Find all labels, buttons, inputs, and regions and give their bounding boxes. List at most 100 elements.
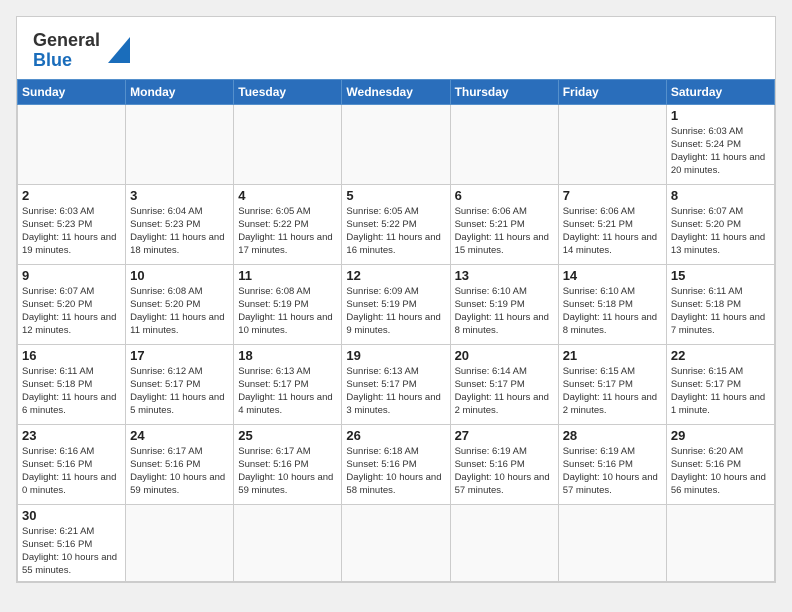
day-info: Sunrise: 6:08 AM Sunset: 5:20 PM Dayligh… — [130, 285, 229, 338]
day-number: 22 — [671, 348, 770, 363]
day-info: Sunrise: 6:05 AM Sunset: 5:22 PM Dayligh… — [346, 205, 445, 258]
calendar-day-cell: 16 Sunrise: 6:11 AM Sunset: 5:18 PM Dayli… — [18, 344, 126, 424]
calendar-day-cell: 19 Sunrise: 6:13 AM Sunset: 5:17 PM Dayli… — [342, 344, 450, 424]
day-number: 28 — [563, 428, 662, 443]
calendar-day-cell — [126, 104, 234, 184]
logo-triangle-icon — [108, 37, 130, 63]
day-info: Sunrise: 6:12 AM Sunset: 5:17 PM Dayligh… — [130, 365, 229, 418]
calendar-day-cell — [234, 504, 342, 581]
weekday-header: Thursday — [450, 79, 558, 104]
weekday-header: Wednesday — [342, 79, 450, 104]
day-number: 10 — [130, 268, 229, 283]
day-number: 4 — [238, 188, 337, 203]
calendar-day-cell: 18Sunrise: 6:13 AM Sunset: 5:17 PM Dayli… — [234, 344, 342, 424]
day-info: Sunrise: 6:14 AM Sunset: 5:17 PM Dayligh… — [455, 365, 554, 418]
day-info: Sunrise: 6:06 AM Sunset: 5:21 PM Dayligh… — [455, 205, 554, 258]
calendar-day-cell — [342, 504, 450, 581]
calendar-day-cell: 24Sunrise: 6:17 AM Sunset: 5:16 PM Dayli… — [126, 424, 234, 504]
calendar-day-cell: 3 Sunrise: 6:04 AM Sunset: 5:23 PM Daylig… — [126, 184, 234, 264]
day-info: Sunrise: 6:20 AM Sunset: 5:16 PM Dayligh… — [671, 445, 770, 498]
calendar-day-cell — [18, 104, 126, 184]
calendar-day-cell: 28Sunrise: 6:19 AM Sunset: 5:16 PM Dayli… — [558, 424, 666, 504]
day-info: Sunrise: 6:09 AM Sunset: 5:19 PM Dayligh… — [346, 285, 445, 338]
calendar-day-cell: 22 Sunrise: 6:15 AM Sunset: 5:17 PM Dayli… — [666, 344, 774, 424]
day-info: Sunrise: 6:13 AM Sunset: 5:17 PM Dayligh… — [346, 365, 445, 418]
day-info: Sunrise: 6:04 AM Sunset: 5:23 PM Dayligh… — [130, 205, 229, 258]
day-number: 11 — [238, 268, 337, 283]
day-number: 9 — [22, 268, 121, 283]
calendar-day-cell: 25Sunrise: 6:17 AM Sunset: 5:16 PM Dayli… — [234, 424, 342, 504]
calendar-week-row: 9 Sunrise: 6:07 AM Sunset: 5:20 PM Daylig… — [18, 264, 775, 344]
calendar-container: General Blue SundayMondayTuesdayWednesda… — [16, 16, 776, 583]
day-number: 27 — [455, 428, 554, 443]
day-info: Sunrise: 6:10 AM Sunset: 5:19 PM Dayligh… — [455, 285, 554, 338]
calendar-day-cell — [342, 104, 450, 184]
day-number: 1 — [671, 108, 770, 123]
calendar-day-cell — [450, 104, 558, 184]
day-number: 5 — [346, 188, 445, 203]
day-number: 6 — [455, 188, 554, 203]
day-number: 29 — [671, 428, 770, 443]
calendar-day-cell — [666, 504, 774, 581]
weekday-header: Friday — [558, 79, 666, 104]
day-info: Sunrise: 6:13 AM Sunset: 5:17 PM Dayligh… — [238, 365, 337, 418]
day-number: 23 — [22, 428, 121, 443]
calendar-day-cell: 17Sunrise: 6:12 AM Sunset: 5:17 PM Dayli… — [126, 344, 234, 424]
logo-text: General Blue — [33, 31, 100, 71]
calendar-day-cell: 8Sunrise: 6:07 AM Sunset: 5:20 PM Daylig… — [666, 184, 774, 264]
day-number: 19 — [346, 348, 445, 363]
day-info: Sunrise: 6:06 AM Sunset: 5:21 PM Dayligh… — [563, 205, 662, 258]
day-number: 30 — [22, 508, 121, 523]
logo: General Blue — [33, 31, 130, 71]
calendar-week-row: 23 Sunrise: 6:16 AM Sunset: 5:16 PM Dayli… — [18, 424, 775, 504]
day-info: Sunrise: 6:16 AM Sunset: 5:16 PM Dayligh… — [22, 445, 121, 498]
calendar-day-cell: 7Sunrise: 6:06 AM Sunset: 5:21 PM Daylig… — [558, 184, 666, 264]
calendar-day-cell: 29 Sunrise: 6:20 AM Sunset: 5:16 PM Dayli… — [666, 424, 774, 504]
calendar-week-row: 16 Sunrise: 6:11 AM Sunset: 5:18 PM Dayli… — [18, 344, 775, 424]
day-number: 12 — [346, 268, 445, 283]
day-info: Sunrise: 6:19 AM Sunset: 5:16 PM Dayligh… — [455, 445, 554, 498]
calendar-day-cell: 27 Sunrise: 6:19 AM Sunset: 5:16 PM Dayli… — [450, 424, 558, 504]
day-info: Sunrise: 6:10 AM Sunset: 5:18 PM Dayligh… — [563, 285, 662, 338]
day-info: Sunrise: 6:18 AM Sunset: 5:16 PM Dayligh… — [346, 445, 445, 498]
calendar-day-cell: 2Sunrise: 6:03 AM Sunset: 5:23 PM Daylig… — [18, 184, 126, 264]
day-info: Sunrise: 6:15 AM Sunset: 5:17 PM Dayligh… — [563, 365, 662, 418]
day-info: Sunrise: 6:21 AM Sunset: 5:16 PM Dayligh… — [22, 525, 121, 578]
weekday-header: Sunday — [18, 79, 126, 104]
day-info: Sunrise: 6:11 AM Sunset: 5:18 PM Dayligh… — [671, 285, 770, 338]
calendar-day-cell — [450, 504, 558, 581]
calendar-day-cell: 4 Sunrise: 6:05 AM Sunset: 5:22 PM Daylig… — [234, 184, 342, 264]
calendar-week-row: 1 Sunrise: 6:03 AM Sunset: 5:24 PM Daylig… — [18, 104, 775, 184]
day-info: Sunrise: 6:03 AM Sunset: 5:24 PM Dayligh… — [671, 125, 770, 178]
calendar-day-cell: 9 Sunrise: 6:07 AM Sunset: 5:20 PM Daylig… — [18, 264, 126, 344]
calendar-week-row: 30 Sunrise: 6:21 AM Sunset: 5:16 PM Dayli… — [18, 504, 775, 581]
calendar-day-cell: 23 Sunrise: 6:16 AM Sunset: 5:16 PM Dayli… — [18, 424, 126, 504]
calendar-day-cell: 6 Sunrise: 6:06 AM Sunset: 5:21 PM Daylig… — [450, 184, 558, 264]
day-info: Sunrise: 6:15 AM Sunset: 5:17 PM Dayligh… — [671, 365, 770, 418]
day-info: Sunrise: 6:05 AM Sunset: 5:22 PM Dayligh… — [238, 205, 337, 258]
calendar-week-row: 2Sunrise: 6:03 AM Sunset: 5:23 PM Daylig… — [18, 184, 775, 264]
day-number: 16 — [22, 348, 121, 363]
calendar-table: SundayMondayTuesdayWednesdayThursdayFrid… — [17, 79, 775, 582]
calendar-day-cell: 30 Sunrise: 6:21 AM Sunset: 5:16 PM Dayli… — [18, 504, 126, 581]
day-info: Sunrise: 6:11 AM Sunset: 5:18 PM Dayligh… — [22, 365, 121, 418]
calendar-header-row: SundayMondayTuesdayWednesdayThursdayFrid… — [18, 79, 775, 104]
calendar-day-cell: 13Sunrise: 6:10 AM Sunset: 5:19 PM Dayli… — [450, 264, 558, 344]
day-info: Sunrise: 6:17 AM Sunset: 5:16 PM Dayligh… — [238, 445, 337, 498]
day-number: 3 — [130, 188, 229, 203]
calendar-day-cell: 11Sunrise: 6:08 AM Sunset: 5:19 PM Dayli… — [234, 264, 342, 344]
calendar-day-cell: 5 Sunrise: 6:05 AM Sunset: 5:22 PM Daylig… — [342, 184, 450, 264]
calendar-day-cell — [234, 104, 342, 184]
day-number: 21 — [563, 348, 662, 363]
day-info: Sunrise: 6:07 AM Sunset: 5:20 PM Dayligh… — [22, 285, 121, 338]
calendar-day-cell: 1 Sunrise: 6:03 AM Sunset: 5:24 PM Daylig… — [666, 104, 774, 184]
calendar-day-cell: 10 Sunrise: 6:08 AM Sunset: 5:20 PM Dayli… — [126, 264, 234, 344]
calendar-day-cell: 21 Sunrise: 6:15 AM Sunset: 5:17 PM Dayli… — [558, 344, 666, 424]
calendar-day-cell — [558, 104, 666, 184]
calendar-day-cell — [558, 504, 666, 581]
weekday-header: Monday — [126, 79, 234, 104]
day-info: Sunrise: 6:03 AM Sunset: 5:23 PM Dayligh… — [22, 205, 121, 258]
day-info: Sunrise: 6:07 AM Sunset: 5:20 PM Dayligh… — [671, 205, 770, 258]
day-number: 20 — [455, 348, 554, 363]
day-info: Sunrise: 6:17 AM Sunset: 5:16 PM Dayligh… — [130, 445, 229, 498]
